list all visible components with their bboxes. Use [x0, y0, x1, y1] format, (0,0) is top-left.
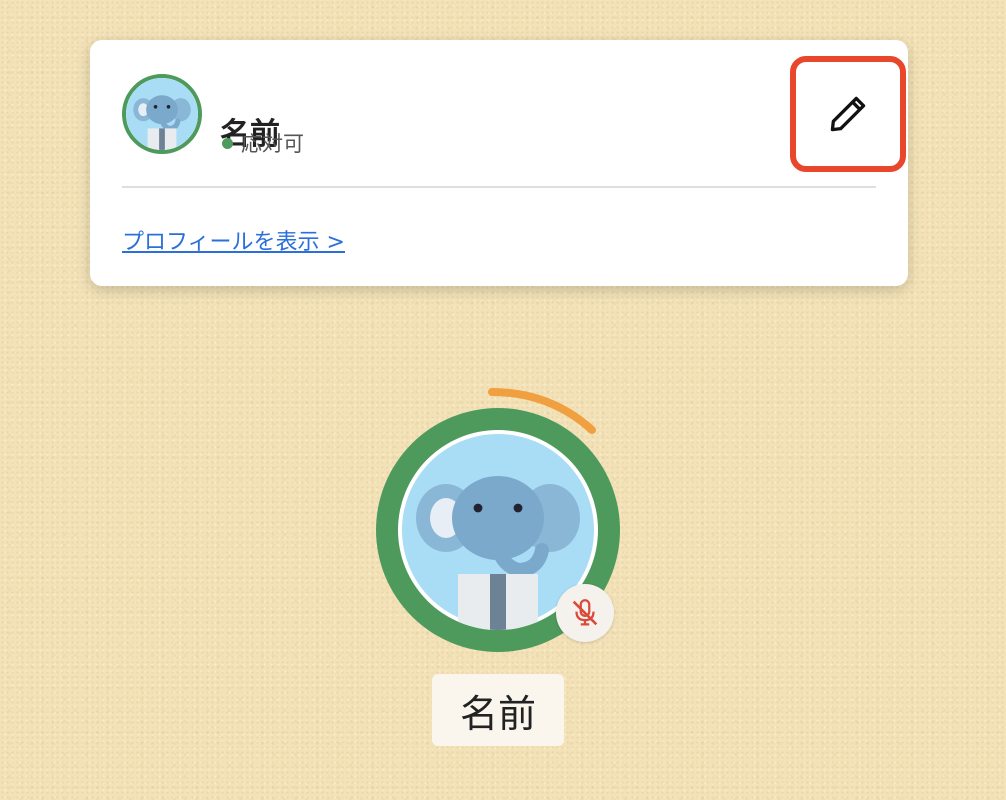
profile-card: 名前 応対可 プロフィールを表示 > — [90, 40, 908, 286]
pencil-icon — [830, 96, 866, 132]
view-profile-link[interactable]: プロフィールを表示 > — [122, 224, 345, 256]
mic-muted-icon — [572, 599, 598, 626]
participant-name-label: 名前 — [432, 674, 564, 746]
edit-button[interactable] — [790, 56, 906, 172]
status-text: 応対可 — [241, 132, 304, 156]
elephant-avatar-icon — [126, 78, 198, 150]
status-dot — [222, 137, 233, 149]
status-indicator: 応対可 — [222, 128, 304, 158]
mic-muted-badge[interactable] — [556, 584, 614, 642]
profile-avatar — [122, 74, 202, 154]
card-divider — [122, 186, 876, 188]
